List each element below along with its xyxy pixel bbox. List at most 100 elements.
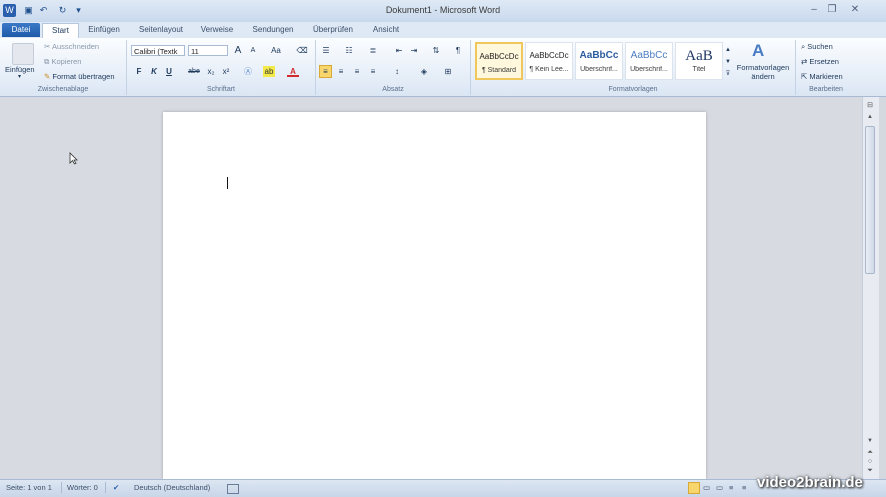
scroll-down-icon[interactable]: ▼ — [864, 436, 876, 447]
style-standard[interactable]: AaBbCcDc ¶ Standard — [475, 42, 523, 80]
web-layout-view-icon[interactable]: ▭ — [716, 483, 723, 492]
align-left-icon[interactable]: ≡ — [319, 65, 332, 78]
styles-scroll-up-icon[interactable]: ▲ — [722, 45, 734, 56]
help-icon[interactable]: – — [804, 4, 824, 16]
decrease-indent-icon[interactable]: ⇤ — [393, 45, 405, 56]
change-case-button[interactable]: Aa — [268, 45, 284, 56]
font-color-button[interactable]: A — [287, 66, 299, 77]
grow-font-button[interactable]: A — [232, 45, 244, 56]
word-app-icon[interactable]: W — [3, 4, 16, 17]
format-painter-button[interactable]: ✎ Format übertragen — [44, 71, 115, 82]
style-name: ¶ Standard — [481, 67, 517, 74]
style-preview: AaBbCc — [579, 50, 619, 61]
format-painter-label: Format übertragen — [52, 72, 115, 81]
line-spacing-icon[interactable]: ↕ — [391, 66, 403, 77]
next-page-icon[interactable]: ⏷ — [864, 465, 876, 476]
print-layout-view-icon[interactable] — [688, 482, 700, 494]
tab-verweise[interactable]: Verweise — [196, 23, 238, 37]
tab-ueberpruefen[interactable]: Überprüfen — [306, 23, 360, 37]
styles-more-icon[interactable]: ⊽ — [722, 69, 734, 80]
window-title: Dokument1 - Microsoft Word — [385, 5, 501, 15]
replace-label: Ersetzen — [809, 57, 839, 66]
change-styles-button[interactable]: Formatvorlagen ändern — [735, 63, 791, 81]
tab-ansicht[interactable]: Ansicht — [366, 23, 406, 37]
replace-button[interactable]: ⇄ Ersetzen — [801, 56, 839, 67]
watermark: video2brain.de — [757, 474, 863, 491]
undo-icon[interactable]: ↶ — [37, 4, 50, 17]
select-label: Markieren — [809, 72, 843, 81]
font-family-select[interactable]: Calibri (Textk — [131, 45, 185, 56]
superscript-button[interactable]: x² — [220, 66, 232, 77]
macro-record-icon[interactable] — [227, 484, 239, 494]
shading-icon[interactable]: ◈ — [418, 66, 430, 77]
subscript-button[interactable]: x₂ — [205, 66, 217, 77]
ruler-toggle-icon[interactable]: ⊟ — [864, 100, 876, 111]
scroll-up-icon[interactable]: ▲ — [864, 112, 876, 123]
justify-icon[interactable]: ≡ — [367, 66, 379, 77]
styles-scroll-down-icon[interactable]: ▼ — [722, 57, 734, 68]
find-button[interactable]: ⌕ Suchen — [801, 41, 833, 52]
outline-view-icon[interactable]: ≡ — [729, 483, 733, 492]
page-count[interactable]: Seite: 1 von 1 — [6, 483, 52, 492]
style-kein-leerraum[interactable]: AaBbCcDc ¶ Kein Lee... — [525, 42, 573, 80]
spellcheck-icon[interactable]: ✔ — [113, 483, 119, 492]
restore-icon[interactable]: ❐ — [822, 4, 842, 16]
redo-icon[interactable]: ↻ — [56, 4, 69, 17]
text-cursor — [227, 177, 228, 189]
borders-icon[interactable]: ⊞ — [442, 66, 454, 77]
full-screen-view-icon[interactable]: ▭ — [703, 483, 710, 492]
status-divider — [61, 482, 62, 493]
align-center-icon[interactable]: ≡ — [335, 66, 347, 77]
change-styles-icon[interactable]: A — [752, 41, 764, 61]
scroll-thumb[interactable] — [865, 126, 875, 274]
editing-group-label: Bearbeiten — [809, 86, 843, 93]
style-preview: AaBbCcDc — [529, 51, 569, 60]
cut-label: Ausschneiden — [51, 42, 100, 51]
font-group-label: Schriftart — [206, 86, 235, 93]
draft-view-icon[interactable]: ≡ — [742, 483, 746, 492]
show-formatting-button[interactable]: ¶ — [452, 45, 464, 56]
style-name: ¶ Kein Lee... — [529, 66, 569, 73]
tab-seitenlayout[interactable]: Seitenlayout — [132, 23, 190, 37]
tab-datei[interactable]: Datei — [2, 23, 40, 37]
title-bar: Dokument1 - Microsoft Word — [0, 0, 886, 23]
strikethrough-button[interactable]: abe — [186, 66, 202, 77]
highlight-icon[interactable]: ab — [263, 66, 275, 77]
document-page[interactable] — [163, 112, 706, 479]
style-name: Überschrif... — [580, 66, 618, 73]
italic-button[interactable]: K — [148, 66, 160, 77]
text-effects-icon[interactable]: Ⓐ — [242, 66, 254, 77]
status-bar — [0, 479, 886, 497]
shrink-font-button[interactable]: A — [247, 45, 259, 56]
save-icon[interactable]: ▣ — [22, 4, 35, 17]
increase-indent-icon[interactable]: ⇥ — [408, 45, 420, 56]
sort-icon[interactable]: ⇅ — [430, 45, 442, 56]
multilevel-list-icon[interactable]: ≣ — [367, 45, 379, 56]
tab-start[interactable]: Start — [42, 23, 79, 38]
copy-button[interactable]: ⧉ Kopieren — [44, 56, 81, 67]
tab-einfuegen[interactable]: Einfügen — [82, 23, 126, 37]
paste-dropdown-icon[interactable]: ▾ — [18, 72, 21, 83]
cut-button[interactable]: ✂ Ausschneiden — [44, 41, 99, 52]
customize-icon[interactable]: ▾ — [72, 4, 85, 17]
language-indicator[interactable]: Deutsch (Deutschland) — [134, 483, 210, 492]
align-right-icon[interactable]: ≡ — [351, 66, 363, 77]
underline-button[interactable]: U — [163, 66, 175, 77]
style-preview: AaBbCcDc — [479, 52, 519, 61]
bold-button[interactable]: F — [133, 66, 145, 77]
font-size-select[interactable]: 11 — [188, 45, 228, 56]
select-button[interactable]: ⇱ Markieren — [801, 71, 843, 82]
paste-icon[interactable] — [12, 43, 34, 65]
bullets-icon[interactable]: ☰ — [320, 45, 332, 56]
paragraph-group-label: Absatz — [382, 86, 404, 93]
style-preview: AaB — [685, 49, 713, 63]
tab-sendungen[interactable]: Sendungen — [246, 23, 300, 37]
style-titel[interactable]: AaB Titel — [675, 42, 723, 80]
close-icon[interactable]: ✕ — [845, 4, 865, 16]
style-name: Überschrif... — [630, 66, 668, 73]
style-ueberschrift-1[interactable]: AaBbCc Überschrif... — [575, 42, 623, 80]
style-ueberschrift-2[interactable]: AaBbCc Überschrif... — [625, 42, 673, 80]
numbering-icon[interactable]: ☷ — [343, 45, 355, 56]
clear-formatting-icon[interactable]: ⌫ — [296, 45, 308, 56]
word-count[interactable]: Wörter: 0 — [67, 483, 98, 492]
